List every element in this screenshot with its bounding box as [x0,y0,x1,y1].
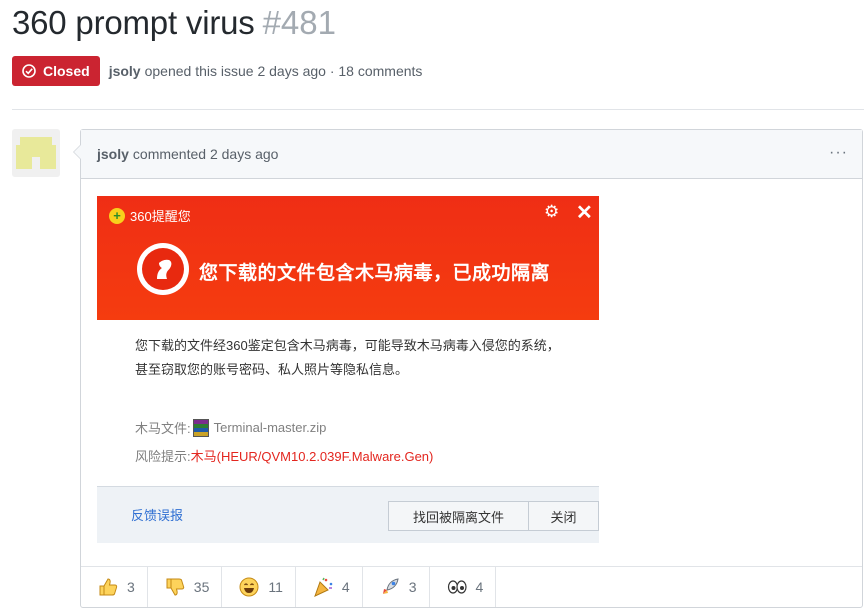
trojan-file-label: 木马文件: [135,421,191,436]
rocket-icon [382,578,399,594]
reaction-count: 11 [268,579,283,595]
avatar[interactable] [12,129,60,177]
alert-footer: 反馈误报 找回被隔离文件 关闭 [97,486,599,543]
reaction-thumbs-up[interactable]: 3 [81,567,148,607]
alert-close-button: 关闭 [529,501,599,531]
reaction-laugh[interactable]: 11 [222,567,296,607]
reactions-bar: 3 35 11 4 3 4 [81,566,862,607]
risk-value: 木马(HEUR/QVM10.2.039F.Malware.Gen) [190,449,434,464]
reaction-eyes[interactable]: 4 [430,567,497,607]
alert-body-line-1: 您下载的文件经360鉴定包含木马病毒，可能导致木马病毒入侵您的系统， [135,338,560,353]
report-false-positive-link: 反馈误报 [131,508,184,523]
comment-options-icon[interactable]: ··· [829,144,848,162]
trojan-horse-icon [137,243,189,295]
alert-app-title: + 360提醒您 [109,206,191,225]
alert-headline: 您下载的文件包含木马病毒，已成功隔离 [199,263,551,284]
reaction-rocket[interactable]: 3 [363,567,430,607]
laugh-icon [239,577,259,597]
thumbs-up-icon [99,578,118,596]
embedded-screenshot: + 360提醒您 ⚙ ✕ 您下载的文件包含木马病毒，已成功隔离 您下载的文件经3… [97,196,599,543]
reaction-hooray[interactable]: 4 [296,567,363,607]
issue-author-link[interactable]: jsoly [109,63,141,79]
status-label: Closed [43,63,90,79]
identicon-icon [12,129,60,177]
alert-body-line-2: 甚至窃取您的账号密码、私人照片等隐私信息。 [135,362,409,377]
risk-label: 风险提示: [135,449,191,464]
restore-file-button: 找回被隔离文件 [388,501,529,531]
360-logo-icon: + [109,207,125,224]
trojan-file-row: 木马文件: Terminal-master.zip [135,418,326,437]
alert-description: 您下载的文件经360鉴定包含木马病毒，可能导致木马病毒入侵您的系统， 甚至窃取您… [135,334,585,382]
comment-header: jsoly commented 2 days ago ··· [81,130,862,179]
thumbs-down-icon [166,578,184,596]
issue-closed-icon [22,64,36,78]
reaction-count: 4 [475,579,484,595]
archive-icon [192,418,209,437]
status-badge: Closed [12,56,100,86]
eyes-icon [447,580,467,594]
reaction-count: 3 [408,579,417,595]
risk-row: 风险提示: 木马(HEUR/QVM10.2.039F.Malware.Gen) [135,446,433,465]
issue-title-row: 360 prompt virus #481 [12,4,336,50]
issue-number: #481 [262,4,336,41]
hooray-icon [314,577,333,597]
alert-app-name: 360提醒您 [130,209,191,224]
reaction-thumbs-down[interactable]: 35 [148,567,223,607]
alert-header: + 360提醒您 ⚙ ✕ 您下载的文件包含木马病毒，已成功隔离 [97,196,599,320]
close-icon: ✕ [576,202,593,224]
comment-timestamp: commented 2 days ago [132,146,279,162]
reaction-count: 3 [127,579,135,595]
issue-title: 360 prompt virus [12,4,255,41]
reaction-count: 35 [193,579,210,595]
header-divider [12,109,864,110]
issue-meta-text: opened this issue 2 days ago · 18 commen… [144,63,423,79]
reaction-count: 4 [341,579,350,595]
comment-box: jsoly commented 2 days ago ··· + 360提醒您 … [73,129,863,608]
comment-author-link[interactable]: jsoly [97,146,129,162]
issue-meta: Closed jsoly opened this issue 2 days ag… [12,56,422,86]
trojan-file-name: Terminal-master.zip [213,420,327,435]
gear-icon: ⚙ [544,202,560,221]
